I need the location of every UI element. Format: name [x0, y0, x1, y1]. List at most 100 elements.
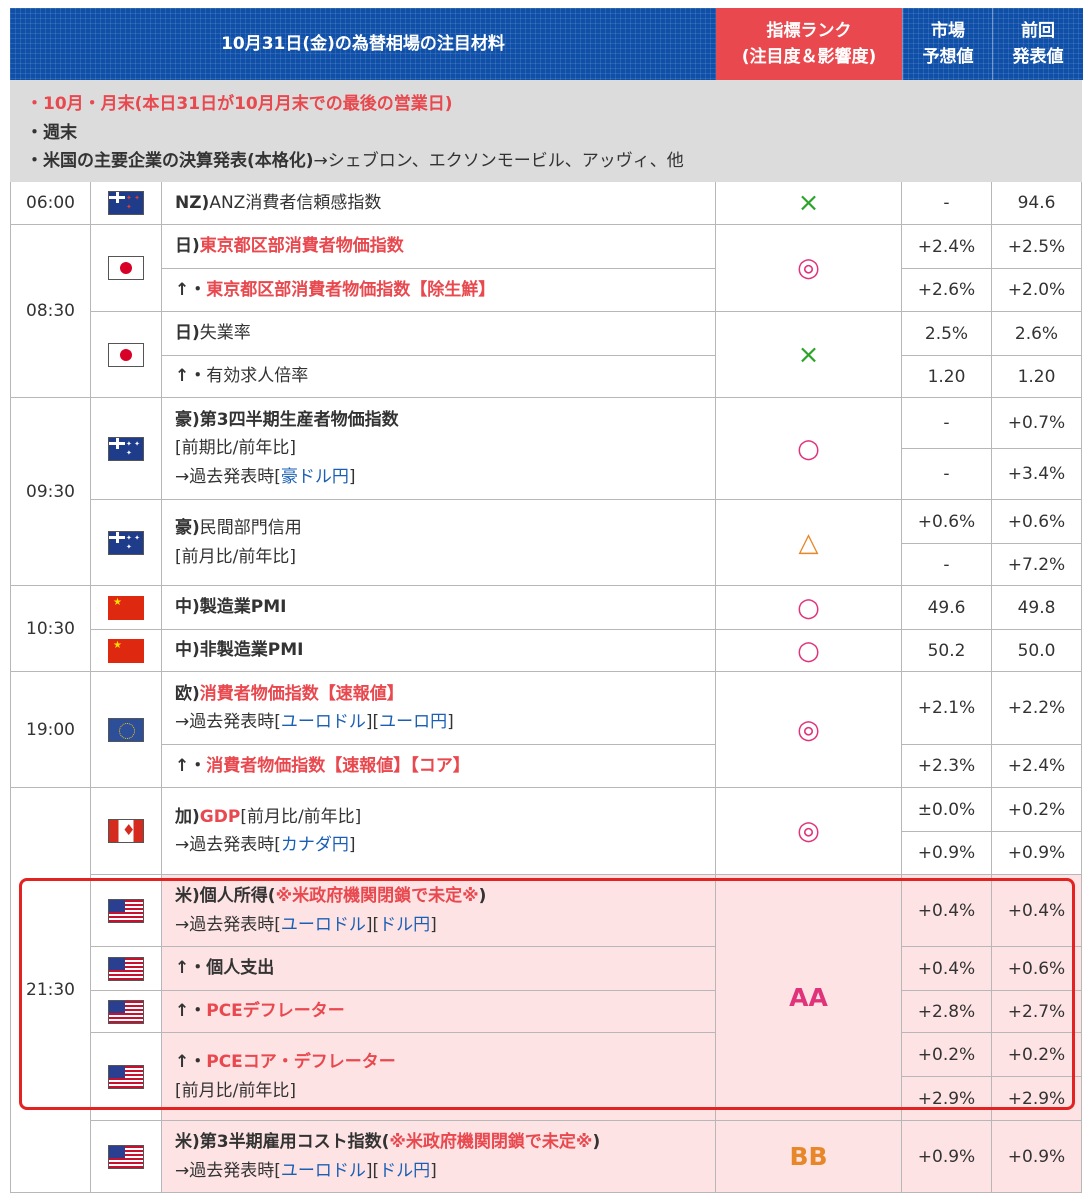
notes-box: ・10月・月末(本日31日が10月月末での最後の営業日) ・週末 ・米国の主要企…: [10, 80, 1082, 182]
header-title: 10月31日(金)の為替相場の注目材料: [10, 8, 716, 80]
previous-value: +2.4%: [992, 745, 1082, 788]
double-circle-icon: ◎: [797, 253, 820, 283]
previous-value: +2.0%: [992, 269, 1082, 312]
forecast-value: +0.4%: [902, 875, 992, 947]
forecast-value: 2.5%: [902, 312, 992, 356]
indicator-eu-cpi-core: ↑・消費者物価指数【速報値】【コア】: [162, 745, 716, 788]
previous-value: 2.6%: [992, 312, 1082, 356]
link-cad-jpy[interactable]: カナダ円: [281, 835, 349, 855]
eu-flag-icon: [108, 717, 144, 742]
rank-cell: ○: [716, 398, 902, 500]
flag-cell: [91, 225, 162, 312]
previous-value: 50.0: [992, 630, 1082, 672]
indicator-cn-mfg-pmi: 中)製造業PMI: [162, 586, 716, 630]
header-previous: 前回 発表値: [992, 8, 1083, 80]
indicator-us-income: 米)個人所得(※米政府機関閉鎖で未定※) →過去発表時[ユーロドル][ドル円]: [162, 875, 716, 947]
flag-cell: [91, 398, 162, 500]
link-aud-jpy[interactable]: 豪ドル円: [281, 467, 349, 487]
au-flag-icon: [108, 436, 144, 461]
indicator-job-ratio: ↑・有効求人倍率: [162, 356, 716, 398]
flag-cell: [91, 788, 162, 875]
previous-value: +2.7%: [992, 991, 1082, 1033]
flag-cell: [91, 586, 162, 630]
forecast-value: -: [902, 544, 992, 586]
flag-cell: [91, 630, 162, 672]
flag-cell: [91, 991, 162, 1033]
forecast-value: -: [902, 398, 992, 449]
link-eur-usd[interactable]: ユーロドル: [281, 712, 366, 732]
indicator-ca-gdp: 加)GDP[前月比/前年比] →過去発表時[カナダ円]: [162, 788, 716, 875]
previous-value: +0.2%: [992, 788, 1082, 832]
indicator-au-credit: 豪)民間部門信用 [前月比/前年比]: [162, 500, 716, 586]
time-2130: 21:30: [10, 788, 91, 1193]
forecast-value: +2.3%: [902, 745, 992, 788]
cn-flag-icon: [108, 638, 144, 663]
previous-value: 49.8: [992, 586, 1082, 630]
us-flag-icon: [108, 1064, 144, 1089]
time-0600: 06:00: [10, 182, 91, 225]
flag-cell: [91, 947, 162, 991]
circle-icon: ○: [797, 592, 820, 623]
forecast-value: 49.6: [902, 586, 992, 630]
flag-cell: [91, 1033, 162, 1121]
previous-value: +0.6%: [992, 500, 1082, 544]
rank-cell: ◎: [716, 672, 902, 788]
forecast-value: +0.9%: [902, 832, 992, 875]
flag-cell: [91, 500, 162, 586]
cn-flag-icon: [108, 595, 144, 620]
flag-cell: [91, 182, 162, 225]
previous-value: 1.20: [992, 356, 1082, 398]
time-0930: 09:30: [10, 398, 91, 586]
triangle-icon: △: [798, 527, 819, 558]
rank-cell: BB: [716, 1121, 902, 1193]
previous-value: +2.2%: [992, 672, 1082, 745]
previous-value: 94.6: [992, 182, 1082, 225]
indicator-tokyo-cpi-core: ↑・東京都区部消費者物価指数【除生鮮】: [162, 269, 716, 312]
indicator-tokyo-cpi: 日)東京都区部消費者物価指数: [162, 225, 716, 269]
forecast-value: +0.2%: [902, 1033, 992, 1077]
flag-cell: [91, 1121, 162, 1193]
circle-icon: ○: [797, 635, 820, 666]
us-flag-icon: [108, 1144, 144, 1169]
indicator-us-eci: 米)第3半期雇用コスト指数(※米政府機関閉鎖で未定※) →過去発表時[ユーロドル…: [162, 1121, 716, 1193]
us-flag-icon: [108, 898, 144, 923]
flag-cell: [91, 312, 162, 398]
forecast-value: 1.20: [902, 356, 992, 398]
forecast-value: ±0.0%: [902, 788, 992, 832]
previous-value: +2.5%: [992, 225, 1082, 269]
ca-flag-icon: [108, 819, 144, 843]
indicator-us-pce: ↑・PCEデフレーター: [162, 991, 716, 1033]
forecast-value: +0.4%: [902, 947, 992, 991]
au-flag-icon: [108, 530, 144, 555]
link-usd-jpy[interactable]: ドル円: [379, 1161, 430, 1181]
forecast-value: +2.4%: [902, 225, 992, 269]
time-0830: 08:30: [10, 225, 91, 398]
previous-value: +2.9%: [992, 1077, 1082, 1121]
cross-icon: ×: [797, 188, 820, 218]
indicator-eu-cpi: 欧)消費者物価指数【速報値】 →過去発表時[ユーロドル][ユーロ円]: [162, 672, 716, 745]
indicator-us-spending: ↑・個人支出: [162, 947, 716, 991]
forecast-value: -: [902, 449, 992, 500]
previous-value: +0.9%: [992, 832, 1082, 875]
rank-cell: ◎: [716, 788, 902, 875]
forecast-value: 50.2: [902, 630, 992, 672]
us-flag-icon: [108, 956, 144, 981]
previous-value: +0.7%: [992, 398, 1082, 449]
rank-cell: ×: [716, 182, 902, 225]
rank-cell: △: [716, 500, 902, 586]
link-eur-usd[interactable]: ユーロドル: [281, 1161, 366, 1181]
previous-value: +0.4%: [992, 875, 1082, 947]
double-circle-icon: ◎: [797, 714, 820, 745]
indicator-unemployment: 日)失業率: [162, 312, 716, 356]
link-eur-usd[interactable]: ユーロドル: [281, 915, 366, 935]
previous-value: +7.2%: [992, 544, 1082, 586]
link-eur-jpy[interactable]: ユーロ円: [379, 712, 447, 732]
note-month-end: ・10月・月末(本日31日が10月月末での最後の営業日): [26, 94, 453, 114]
note-weekend: ・週末: [26, 122, 77, 143]
link-usd-jpy[interactable]: ドル円: [379, 915, 430, 935]
time-1900: 19:00: [10, 672, 91, 788]
time-1030: 10:30: [10, 586, 91, 672]
forecast-value: +0.9%: [902, 1121, 992, 1193]
forecast-value: -: [902, 182, 992, 225]
flag-cell: [91, 875, 162, 947]
